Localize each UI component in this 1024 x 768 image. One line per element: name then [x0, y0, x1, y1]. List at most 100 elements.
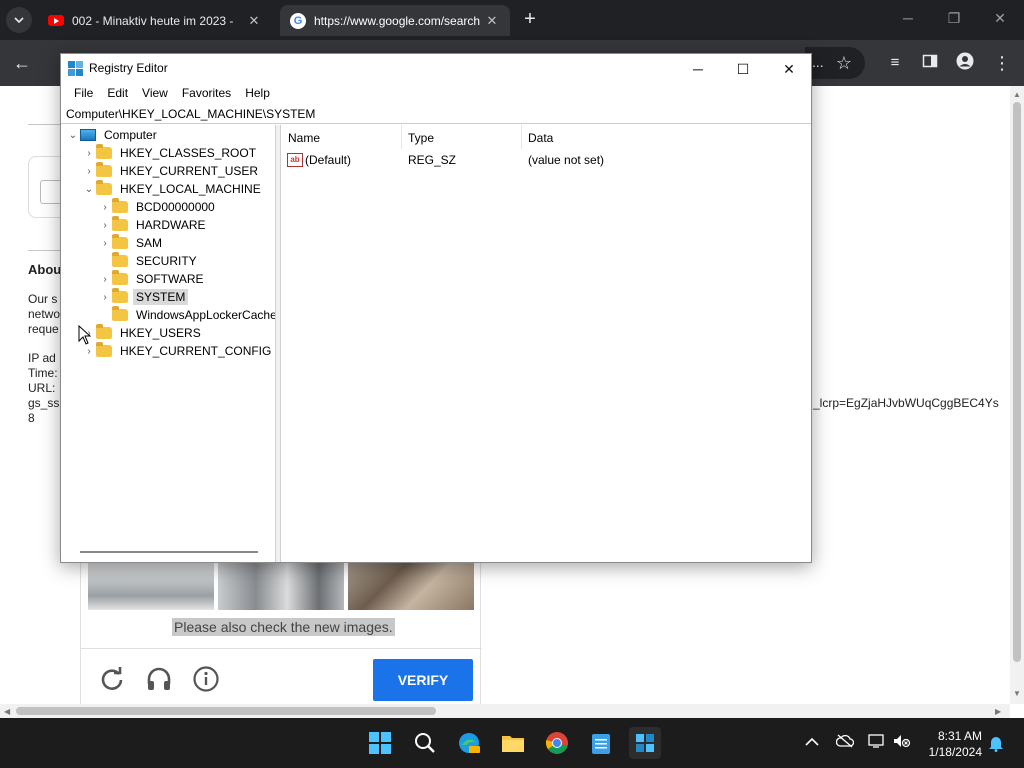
side-panel-icon[interactable]	[919, 52, 941, 74]
minimize-icon[interactable]: ─	[898, 10, 918, 26]
restore-icon[interactable]: ❐	[944, 10, 964, 27]
scroll-left-icon[interactable]: ◀	[4, 707, 10, 716]
page-vertical-scrollbar[interactable]: ▲ ▼	[1010, 86, 1024, 704]
reload-icon[interactable]	[99, 666, 125, 700]
window-titlebar[interactable]: Registry Editor ─ ☐ ✕	[61, 54, 811, 84]
network-icon[interactable]	[868, 734, 886, 751]
folder-icon	[96, 162, 112, 177]
registry-value-row[interactable]: ab (Default) REG_SZ (value not set)	[282, 151, 722, 169]
chevron-right-icon[interactable]: ›	[82, 166, 96, 177]
menu-file[interactable]: File	[67, 84, 100, 104]
captcha-image-tile[interactable]	[88, 562, 214, 610]
registry-tree-pane: ⌄ Computer › HKEY_CLASSES_ROOT › HKEY_CU…	[62, 125, 276, 562]
tree-node-hkcu[interactable]: › HKEY_CURRENT_USER	[82, 162, 261, 180]
folder-icon	[96, 144, 112, 159]
chevron-right-icon[interactable]: ›	[82, 346, 96, 357]
tree-node-system[interactable]: › SYSTEM	[98, 288, 189, 306]
folder-icon	[112, 252, 128, 267]
close-window-icon[interactable]: ✕	[990, 10, 1010, 27]
column-header-type[interactable]: Type	[402, 125, 522, 149]
menu-favorites[interactable]: Favorites	[175, 84, 238, 104]
tree-node-security[interactable]: SECURITY	[98, 252, 200, 270]
tree-node-sam[interactable]: › SAM	[98, 234, 165, 252]
cloud-offline-icon[interactable]	[835, 734, 855, 751]
registry-editor-icon	[68, 61, 83, 76]
menu-bar: File Edit View Favorites Help	[61, 84, 811, 104]
column-header-data[interactable]: Data	[522, 125, 811, 149]
verify-button[interactable]: VERIFY	[373, 659, 473, 701]
minimize-icon[interactable]: ─	[683, 58, 713, 80]
maximize-icon[interactable]: ☐	[728, 58, 758, 80]
tree-node-bcd[interactable]: › BCD00000000	[98, 198, 218, 216]
scroll-up-icon[interactable]: ▲	[1013, 90, 1021, 99]
chevron-right-icon[interactable]: ›	[98, 292, 112, 303]
tree-node-hku[interactable]: › HKEY_USERS	[82, 324, 204, 342]
search-icon[interactable]	[409, 727, 441, 759]
tree-node-applocker[interactable]: WindowsAppLockerCache	[98, 306, 275, 324]
registry-editor-taskbar-icon[interactable]	[629, 727, 661, 759]
column-header-name[interactable]: Name	[282, 125, 402, 149]
registry-editor-window: Registry Editor ─ ☐ ✕ File Edit View Fav…	[60, 53, 812, 563]
chrome-icon[interactable]	[541, 727, 573, 759]
close-window-icon[interactable]: ✕	[774, 58, 804, 80]
menu-edit[interactable]: Edit	[100, 84, 135, 104]
tree-label: HKEY_CLASSES_ROOT	[120, 146, 257, 160]
bookmark-star-icon[interactable]: ☆	[833, 52, 855, 74]
scrollbar-thumb[interactable]	[16, 707, 436, 715]
tree-node-computer[interactable]: ⌄ Computer	[66, 126, 160, 144]
scroll-right-icon[interactable]: ▶	[995, 707, 1001, 716]
volume-muted-icon[interactable]	[893, 734, 911, 751]
new-tab-button[interactable]: +	[518, 9, 542, 31]
close-icon[interactable]: ✕	[246, 13, 262, 29]
tree-label: HARDWARE	[136, 218, 206, 232]
pane-splitter[interactable]	[276, 125, 281, 562]
more-menu-icon[interactable]: ⋮	[991, 52, 1013, 74]
system-clock[interactable]: 8:31 AM 1/18/2024	[918, 728, 982, 760]
chevron-down-icon[interactable]: ⌄	[82, 184, 96, 195]
menu-view[interactable]: View	[135, 84, 175, 104]
notification-bell-icon[interactable]	[988, 734, 1004, 755]
browser-tabstrip: 002 - Minaktiv heute im 2023 - ✕ G https…	[0, 0, 1024, 40]
start-button[interactable]	[364, 727, 396, 759]
address-bar[interactable]: Computer\HKEY_LOCAL_MACHINE\SYSTEM	[61, 104, 811, 124]
scroll-down-icon[interactable]: ▼	[1013, 689, 1021, 698]
file-explorer-icon[interactable]	[497, 727, 529, 759]
tree-node-hkcr[interactable]: › HKEY_CLASSES_ROOT	[82, 144, 259, 162]
chevron-down-icon[interactable]: ⌄	[66, 130, 80, 141]
chevron-right-icon[interactable]: ›	[82, 148, 96, 159]
tree-horizontal-scrollbar[interactable]	[80, 551, 258, 553]
profile-avatar-icon[interactable]	[954, 52, 976, 74]
browser-tab-google[interactable]: G https://www.google.com/search ✕	[280, 5, 510, 36]
close-icon[interactable]: ✕	[484, 13, 500, 29]
chevron-right-icon[interactable]: ›	[98, 202, 112, 213]
page-horizontal-scrollbar[interactable]: ◀ ▶	[0, 704, 1010, 718]
headphones-icon[interactable]	[145, 666, 173, 700]
back-arrow-icon[interactable]: ←	[11, 52, 33, 74]
tree-node-software[interactable]: › SOFTWARE	[98, 270, 207, 288]
chevron-right-icon[interactable]: ›	[98, 274, 112, 285]
tree-node-hardware[interactable]: › HARDWARE	[98, 216, 209, 234]
scrollbar-thumb[interactable]	[1013, 102, 1021, 662]
chevron-right-icon[interactable]: ›	[98, 238, 112, 249]
tab-search-button[interactable]	[6, 7, 32, 33]
media-queue-icon[interactable]: ≡	[884, 52, 906, 74]
chevron-right-icon[interactable]: ›	[98, 220, 112, 231]
windows-taskbar: 8:31 AM 1/18/2024	[0, 718, 1024, 768]
tree-node-hklm[interactable]: ⌄ HKEY_LOCAL_MACHINE	[82, 180, 264, 198]
about-text-line: reque	[28, 322, 59, 336]
info-icon[interactable]	[193, 666, 219, 700]
notepad-icon[interactable]	[585, 727, 617, 759]
edge-beta-icon[interactable]	[453, 727, 485, 759]
value-type: REG_SZ	[408, 153, 457, 167]
tree-node-hkcc[interactable]: › HKEY_CURRENT_CONFIG	[82, 342, 274, 360]
tree-label-selected: SYSTEM	[133, 289, 189, 305]
omnibox-overflow: ...	[812, 54, 824, 70]
browser-tab-youtube[interactable]: 002 - Minaktiv heute im 2023 - ✕	[38, 5, 272, 36]
tree-label: SECURITY	[136, 254, 197, 268]
folder-icon	[96, 324, 112, 339]
string-value-icon: ab	[287, 153, 303, 167]
captcha-image-tile[interactable]	[218, 562, 344, 610]
chevron-up-icon[interactable]	[805, 734, 819, 750]
captcha-image-tile[interactable]	[348, 562, 474, 610]
menu-help[interactable]: Help	[238, 84, 277, 104]
